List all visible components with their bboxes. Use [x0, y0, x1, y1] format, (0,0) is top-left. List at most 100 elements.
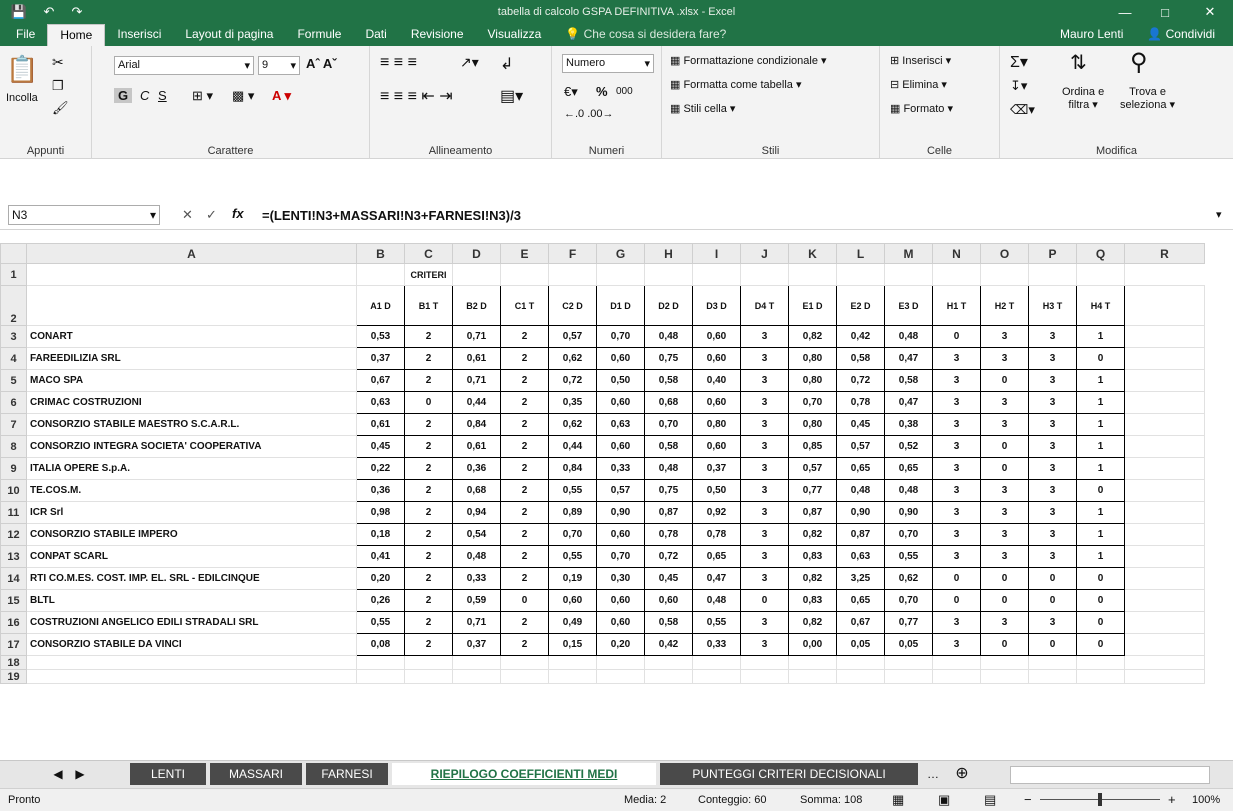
user-name[interactable]: Mauro Lenti	[1048, 24, 1135, 46]
score-cell[interactable]: 0,08	[356, 633, 405, 656]
score-cell[interactable]: 2	[500, 391, 549, 414]
score-cell[interactable]: 0,50	[692, 479, 741, 502]
empty-cell[interactable]	[980, 669, 1029, 684]
score-cell[interactable]: 0,65	[692, 545, 741, 568]
score-cell[interactable]: 3	[932, 545, 981, 568]
row-header[interactable]: 9	[0, 457, 27, 480]
company-name-cell[interactable]: MACO SPA	[26, 369, 357, 392]
sheet-tab-lenti[interactable]: LENTI	[130, 763, 206, 785]
score-cell[interactable]: 3	[980, 413, 1029, 436]
score-cell[interactable]: 3	[980, 611, 1029, 634]
score-cell[interactable]: 0,61	[452, 435, 501, 458]
score-cell[interactable]: 3	[1028, 479, 1077, 502]
score-cell[interactable]: 0,55	[548, 545, 597, 568]
sort-filter-button[interactable]: Ordina e filtra ▾	[1062, 86, 1104, 111]
score-cell[interactable]: 2	[404, 347, 453, 370]
empty-cell[interactable]	[26, 669, 357, 684]
paste-button[interactable]: Incolla	[6, 92, 38, 104]
score-cell[interactable]: 3	[932, 347, 981, 370]
score-cell[interactable]: 0	[932, 567, 981, 590]
score-cell[interactable]: 0,82	[788, 567, 837, 590]
empty-cell[interactable]	[1124, 523, 1205, 546]
criterion-header[interactable]: H4 T	[1076, 285, 1125, 326]
column-header-D[interactable]: D	[452, 243, 501, 264]
font-name-select[interactable]: Arial ▾	[114, 56, 254, 75]
score-cell[interactable]: 0,45	[836, 413, 885, 436]
company-name-cell[interactable]: CONSORZIO STABILE IMPERO	[26, 523, 357, 546]
select-all-corner[interactable]	[0, 243, 27, 264]
score-cell[interactable]: 0,47	[884, 347, 933, 370]
cut-icon[interactable]: ✂	[52, 54, 64, 71]
score-cell[interactable]: 2	[500, 435, 549, 458]
column-header-J[interactable]: J	[740, 243, 789, 264]
company-name-cell[interactable]: CRIMAC COSTRUZIONI	[26, 391, 357, 414]
empty-cell[interactable]	[1124, 325, 1205, 348]
score-cell[interactable]: 0,90	[836, 501, 885, 524]
row-header[interactable]: 13	[0, 545, 27, 568]
share-button[interactable]: 👤 Condividi	[1135, 24, 1227, 46]
score-cell[interactable]: 0,80	[788, 413, 837, 436]
score-cell[interactable]: 3	[980, 545, 1029, 568]
score-cell[interactable]: 0,61	[452, 347, 501, 370]
score-cell[interactable]: 3	[740, 479, 789, 502]
column-header-A[interactable]: A	[26, 243, 357, 264]
row-header[interactable]: 19	[0, 669, 27, 684]
score-cell[interactable]: 0,37	[452, 633, 501, 656]
tab-file[interactable]: File	[4, 24, 47, 46]
score-cell[interactable]: 0	[1028, 567, 1077, 590]
company-name-cell[interactable]: ICR Srl	[26, 501, 357, 524]
row-header[interactable]: 18	[0, 655, 27, 670]
score-cell[interactable]: 3	[1028, 457, 1077, 480]
score-cell[interactable]: 0,47	[884, 391, 933, 414]
score-cell[interactable]: 2	[404, 501, 453, 524]
score-cell[interactable]: 0,48	[884, 325, 933, 348]
score-cell[interactable]: 0	[1076, 589, 1125, 612]
cell-A2[interactable]	[26, 285, 357, 326]
score-cell[interactable]: 2	[500, 633, 549, 656]
score-cell[interactable]: 0,35	[548, 391, 597, 414]
score-cell[interactable]: 3	[740, 545, 789, 568]
score-cell[interactable]: 3	[740, 435, 789, 458]
column-header-O[interactable]: O	[980, 243, 1029, 264]
score-cell[interactable]: 0,62	[548, 347, 597, 370]
score-cell[interactable]: 3	[1028, 347, 1077, 370]
criterion-header[interactable]: D3 D	[692, 285, 741, 326]
score-cell[interactable]: 0,80	[788, 347, 837, 370]
empty-cell[interactable]	[1124, 669, 1205, 684]
score-cell[interactable]: 0,49	[548, 611, 597, 634]
find-icon[interactable]: ⚲	[1130, 48, 1148, 77]
empty-cell[interactable]	[1124, 655, 1205, 670]
row-header[interactable]: 17	[0, 633, 27, 656]
score-cell[interactable]: 2	[404, 369, 453, 392]
zoom-slider-thumb[interactable]	[1098, 793, 1102, 806]
score-cell[interactable]: 0,05	[884, 633, 933, 656]
score-cell[interactable]: 2	[500, 479, 549, 502]
company-name-cell[interactable]: RTI CO.M.ES. COST. IMP. EL. SRL - EDILCI…	[26, 567, 357, 590]
empty-cell[interactable]	[1076, 655, 1125, 670]
row-header[interactable]: 5	[0, 369, 27, 392]
score-cell[interactable]: 0,72	[836, 369, 885, 392]
score-cell[interactable]: 0,70	[788, 391, 837, 414]
score-cell[interactable]: 0,72	[644, 545, 693, 568]
score-cell[interactable]: 2	[404, 589, 453, 612]
score-cell[interactable]: 0,98	[356, 501, 405, 524]
page-break-icon[interactable]: ▤	[984, 792, 996, 808]
score-cell[interactable]: 0	[980, 435, 1029, 458]
score-cell[interactable]: 0,48	[692, 589, 741, 612]
score-cell[interactable]: 0,60	[548, 589, 597, 612]
criteri-label[interactable]: CRITERI	[404, 263, 453, 286]
score-cell[interactable]: 2	[404, 457, 453, 480]
score-cell[interactable]: 0,60	[644, 589, 693, 612]
cancel-icon[interactable]: ✕	[182, 207, 193, 223]
score-cell[interactable]: 0,70	[596, 325, 645, 348]
empty-cell[interactable]	[1124, 347, 1205, 370]
score-cell[interactable]: 0	[980, 457, 1029, 480]
score-cell[interactable]: 0,65	[836, 589, 885, 612]
score-cell[interactable]: 0,65	[884, 457, 933, 480]
delete-cells-button[interactable]: ⊟ Elimina ▾	[890, 78, 947, 91]
column-header-I[interactable]: I	[692, 243, 741, 264]
criterion-header[interactable]: H2 T	[980, 285, 1029, 326]
empty-cell[interactable]	[1076, 669, 1125, 684]
zoom-out-icon[interactable]: −	[1024, 792, 1032, 807]
criterion-header[interactable]: B1 T	[404, 285, 453, 326]
